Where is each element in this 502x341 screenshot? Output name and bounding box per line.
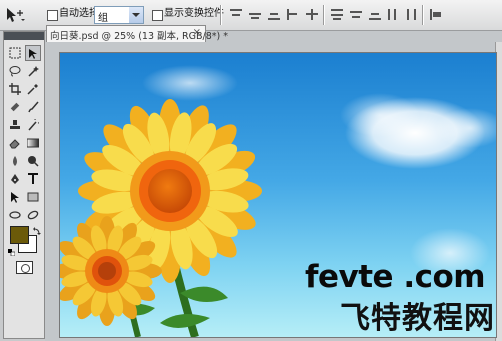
distribute-center-icon[interactable] — [350, 9, 362, 20]
marquee-tool-icon[interactable] — [7, 45, 23, 61]
3d-rotate-icon[interactable] — [7, 207, 23, 223]
shape-tool-icon[interactable] — [25, 189, 41, 205]
dodge-tool-icon[interactable] — [25, 153, 41, 169]
eyedropper-icon[interactable] — [25, 81, 41, 97]
blur-tool-icon[interactable] — [7, 153, 23, 169]
distribute-top-icon[interactable] — [331, 9, 343, 20]
document-tab-title: 向日葵.psd @ 25% (13 副本, RGB/8*) * — [50, 31, 229, 42]
default-colors-icon[interactable] — [8, 246, 16, 257]
distribute-bottom-icon[interactable] — [369, 9, 381, 20]
history-brush-icon[interactable] — [25, 117, 41, 133]
lasso-tool-icon[interactable] — [7, 63, 23, 79]
swap-colors-icon[interactable] — [33, 225, 41, 235]
document-tab[interactable]: 向日葵.psd @ 25% (13 副本, RGB/8*) * × — [46, 25, 228, 42]
show-transform-label: 显示变换控件 — [164, 8, 224, 19]
foreground-color-swatch[interactable] — [10, 226, 29, 244]
quick-mask-icon[interactable] — [16, 261, 33, 274]
move-tool-icon[interactable] — [25, 45, 41, 61]
watermark-name: 飞特教程网 — [340, 301, 495, 336]
distribute-left-icon[interactable] — [388, 9, 400, 20]
auto-select-value: 组 — [98, 13, 108, 24]
chevron-down-icon[interactable] — [129, 7, 143, 23]
magic-wand-icon[interactable] — [25, 63, 41, 79]
3d-orbit-icon[interactable] — [25, 207, 41, 223]
divider — [422, 5, 424, 25]
align-vertical-center-icon[interactable] — [249, 9, 261, 20]
divider — [323, 5, 325, 25]
clone-stamp-icon[interactable] — [7, 117, 23, 133]
tools-panel-header[interactable] — [4, 32, 44, 40]
tools-panel — [3, 31, 45, 339]
auto-align-layers-icon[interactable] — [430, 9, 442, 20]
auto-select-dropdown[interactable]: 组 — [94, 6, 144, 24]
watermark-site: fevte .com — [305, 259, 486, 295]
move-tool-preset-icon[interactable] — [4, 6, 26, 24]
close-icon[interactable]: × — [193, 27, 201, 38]
align-left-icon[interactable] — [287, 9, 299, 20]
distribute-right-icon[interactable] — [405, 9, 417, 20]
brush-tool-icon[interactable] — [25, 99, 41, 115]
path-selection-icon[interactable] — [7, 189, 23, 205]
crop-tool-icon[interactable] — [7, 81, 23, 97]
align-bottom-icon[interactable] — [268, 9, 280, 20]
gradient-tool-icon[interactable] — [25, 135, 41, 151]
pen-tool-icon[interactable] — [7, 171, 23, 187]
align-top-icon[interactable] — [230, 9, 242, 20]
healing-brush-icon[interactable] — [7, 99, 23, 115]
type-tool-icon[interactable] — [25, 171, 41, 187]
divider — [220, 5, 222, 25]
eraser-tool-icon[interactable] — [7, 135, 23, 151]
auto-select-checkbox[interactable] — [47, 10, 58, 21]
show-transform-checkbox[interactable] — [152, 10, 163, 21]
align-horizontal-center-icon[interactable] — [306, 9, 318, 20]
